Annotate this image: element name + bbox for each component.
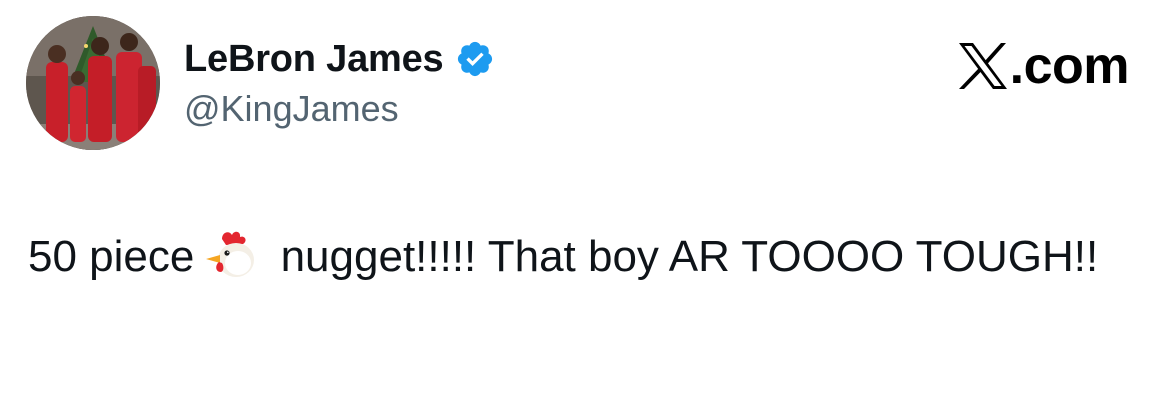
author-handle[interactable]: @KingJames: [184, 88, 399, 130]
author-name-row: LeBron James: [184, 34, 495, 84]
tweet-text-part-1: 50 piece: [28, 232, 195, 281]
x-logo-icon: [958, 42, 1008, 90]
tweet-text: 50 piece nugget!!!!! That boy AR TOOOO T…: [28, 226, 1128, 288]
avatar[interactable]: [26, 16, 160, 150]
verified-badge-icon: [455, 39, 495, 79]
tweet-text-part-2: nugget!!!!! That boy AR TOOOO TOUGH!!: [268, 232, 1099, 281]
chicken-emoji-icon: [202, 229, 262, 279]
brand-domain-text: .com: [1009, 37, 1130, 95]
display-name[interactable]: LeBron James: [184, 38, 444, 81]
brand-watermark: .com: [958, 37, 1130, 95]
